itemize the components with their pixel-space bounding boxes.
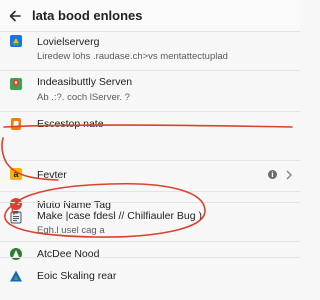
list-item-make-case[interactable]: Make |case fdesl // Chilfiauler Bug ) Eg… (0, 203, 300, 241)
orange-app-icon (11, 118, 21, 130)
item-subtitle: Egh.l usel cag a (37, 225, 105, 236)
list-item-escestop[interactable]: Escestop nate (0, 112, 300, 138)
info-icon[interactable]: i (268, 170, 277, 179)
triangle-logo-icon (10, 270, 22, 282)
item-title: Eoic Skaling rear (37, 270, 117, 282)
item-title: Indeasibuttly Serven (37, 76, 133, 88)
list-item-eoic[interactable]: Eoic Skaling rear (0, 258, 300, 294)
item-title: Escestop nate (37, 118, 104, 130)
maps-pin-icon (10, 78, 22, 90)
google-drive-icon (10, 35, 22, 47)
item-subtitle: Ab .:?. coch lServer. ? (37, 92, 130, 103)
amazon-icon: a (10, 168, 22, 180)
chevron-right-icon (286, 170, 293, 180)
back-button[interactable] (0, 0, 30, 32)
list-item-fevter[interactable]: a Fevter i (0, 161, 300, 191)
item-title: Fevter (37, 169, 67, 181)
back-arrow-icon (9, 10, 21, 21)
top-bar: lata bood enlones (0, 0, 300, 32)
item-subtitle: Liredew lohs .raudase.ch>vs mentattectup… (37, 51, 228, 62)
page-title: lata bood enlones (32, 8, 143, 23)
item-title: Lovielserverg (37, 36, 100, 48)
item-title: Make |case fdesl // Chilfiauler Bug ) (37, 210, 202, 222)
list-item-drive[interactable]: Lovielserverg Liredew lohs .raudase.ch>v… (0, 32, 300, 70)
clipboard-icon (10, 211, 22, 224)
list-item-maps[interactable]: Indeasibuttly Serven Ab .:?. coch lServe… (0, 71, 300, 111)
